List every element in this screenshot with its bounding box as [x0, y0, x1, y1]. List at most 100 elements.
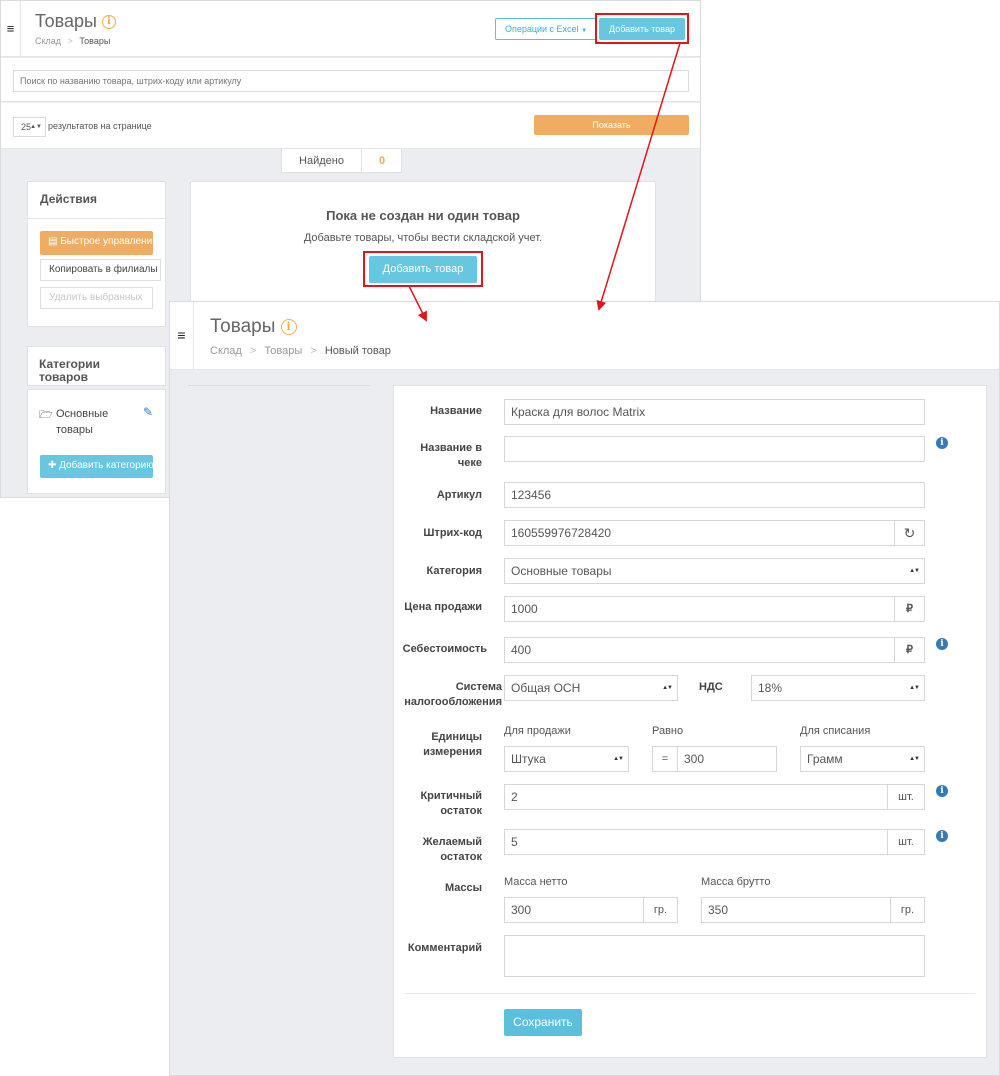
ruble-icon: ₽ [894, 637, 925, 663]
category-label: Категория [426, 565, 482, 577]
gross-mass-input[interactable]: 350 [701, 897, 891, 923]
pcs-unit: шт. [887, 784, 925, 810]
product-form: Название Краска для волос Matrix Названи… [393, 385, 987, 1058]
breadcrumb: Склад > Товары > Новый товар [210, 345, 391, 357]
category-value: Основные товары [511, 564, 612, 578]
panel-divider [28, 218, 167, 219]
info-icon[interactable]: i [101, 15, 116, 30]
desired-stock-label: Желаемый остаток [422, 836, 482, 863]
folder-open-icon: 🗁 [39, 409, 53, 421]
quick-manage-button[interactable]: ▤ Быстрое управлени [40, 231, 153, 255]
price-input[interactable]: 1000 [504, 596, 895, 622]
refresh-icon[interactable]: ↻ [894, 520, 925, 546]
per-page-select[interactable]: 25 ▲▼ [13, 117, 46, 137]
receipt-name-input[interactable] [504, 436, 925, 462]
comment-label: Комментарий [407, 942, 482, 954]
table-icon: ▤ [48, 236, 58, 247]
units-sale-value: Штука [511, 752, 546, 766]
breadcrumb-separator: > [310, 345, 317, 357]
category-item[interactable]: Основные товары [56, 406, 126, 438]
name-input[interactable]: Краска для волос Matrix [504, 399, 925, 425]
breadcrumb-new-product: Новый товар [324, 345, 391, 357]
pcs-unit: шт. [887, 829, 925, 855]
receipt-name-label: Название в чеке [420, 442, 482, 469]
form-divider [405, 993, 975, 994]
units-writeoff-select[interactable]: Грамм ▲▼ [800, 746, 925, 772]
net-mass-label: Масса нетто [504, 876, 568, 888]
breadcrumb: Склад > Товары [35, 36, 110, 46]
menu-icon[interactable]: ≡ [170, 302, 194, 370]
per-page-label: результатов на странице [48, 121, 152, 131]
add-category-label: Добавить категорию [59, 460, 153, 471]
select-arrows-icon: ▲▼ [909, 756, 920, 762]
search-input[interactable] [13, 70, 689, 92]
actions-title: Действия [40, 192, 98, 206]
info-icon[interactable]: i [280, 318, 297, 335]
save-button[interactable]: Сохранить [504, 1009, 582, 1036]
excel-operations-label: Операции с Excel [504, 24, 579, 34]
units-sale-label: Для продажи [504, 725, 571, 737]
highlight-box [363, 251, 483, 287]
tax-system-value: Общая ОСН [511, 681, 581, 695]
breadcrumb-products[interactable]: Товары [264, 345, 302, 357]
critical-stock-input[interactable]: 2 [504, 784, 888, 810]
units-writeoff-label: Для списания [800, 725, 871, 737]
breadcrumb-warehouse[interactable]: Склад [35, 36, 61, 46]
copy-to-branches-button[interactable]: Копировать в филиалы [40, 259, 161, 281]
categories-title: Категории товаров [39, 357, 100, 384]
sku-label: Артикул [436, 489, 482, 501]
info-icon[interactable]: i [936, 830, 948, 842]
menu-icon[interactable]: ≡ [1, 1, 21, 57]
quick-manage-label: Быстрое управлени [60, 236, 153, 247]
gram-unit: гр. [890, 897, 925, 923]
barcode-input[interactable]: 160559976728420 [504, 520, 895, 546]
list-header: ≡ Товары i Склад > Товары Операции с Exc… [1, 1, 700, 57]
select-arrows-icon: ▲▼ [662, 685, 673, 691]
breadcrumb-separator: > [249, 345, 257, 357]
name-label: Название [430, 405, 482, 417]
info-icon[interactable]: i [936, 785, 948, 797]
empty-state-panel: Пока не создан ни один товар Добавьте то… [190, 181, 656, 311]
category-select[interactable]: Основные товары ▲▼ [504, 558, 925, 584]
page-title: Товары i [35, 11, 116, 32]
info-icon[interactable]: i [936, 638, 948, 650]
barcode-label: Штрих-код [423, 527, 482, 539]
plus-icon: ✚ [48, 460, 57, 471]
net-mass-input[interactable]: 300 [504, 897, 644, 923]
caret-down-icon: ▼ [581, 28, 588, 34]
edit-pencil-icon[interactable]: ✎ [143, 405, 153, 419]
found-label: Найдено [282, 149, 362, 173]
select-arrows-icon: ▲▼ [30, 124, 42, 130]
cost-label: Себестоимость [402, 643, 487, 655]
units-writeoff-value: Грамм [807, 752, 843, 766]
price-label: Цена продажи [404, 601, 482, 613]
desired-stock-input[interactable]: 5 [504, 829, 888, 855]
ruble-icon: ₽ [894, 596, 925, 622]
page-title-text: Товары [35, 11, 97, 31]
breadcrumb-warehouse[interactable]: Склад [210, 345, 242, 357]
vat-label: НДС [699, 681, 723, 693]
found-count: 0 [378, 155, 386, 167]
add-category-button[interactable]: ✚ Добавить категорию [40, 455, 153, 478]
units-equal-label: Равно [652, 725, 684, 737]
comment-textarea[interactable] [504, 935, 925, 977]
delete-selected-button[interactable]: Удалить выбранных [40, 287, 153, 309]
cost-input[interactable]: 400 [504, 637, 895, 663]
empty-state-text: Добавьте товары, чтобы вести складской у… [303, 232, 543, 244]
found-counter: Найдено 0 [281, 149, 402, 173]
units-sale-select[interactable]: Штука ▲▼ [504, 746, 629, 772]
excel-operations-button[interactable]: Операции с Excel ▼ [495, 18, 597, 40]
critical-stock-label: Критичный остаток [420, 790, 482, 817]
equal-sign: = [652, 746, 678, 772]
page-title: Товары i [210, 316, 297, 338]
vat-select[interactable]: 18% ▲▼ [751, 675, 925, 701]
info-icon[interactable]: i [936, 437, 948, 449]
sku-input[interactable]: 123456 [504, 482, 925, 508]
show-button[interactable]: Показать [534, 115, 689, 135]
units-equal-input[interactable]: 300 [677, 746, 777, 772]
page-title-text: Товары [210, 316, 276, 337]
vat-value: 18% [758, 681, 783, 695]
tax-system-select[interactable]: Общая ОСН ▲▼ [504, 675, 678, 701]
breadcrumb-products: Товары [79, 36, 111, 46]
gram-unit: гр. [643, 897, 678, 923]
